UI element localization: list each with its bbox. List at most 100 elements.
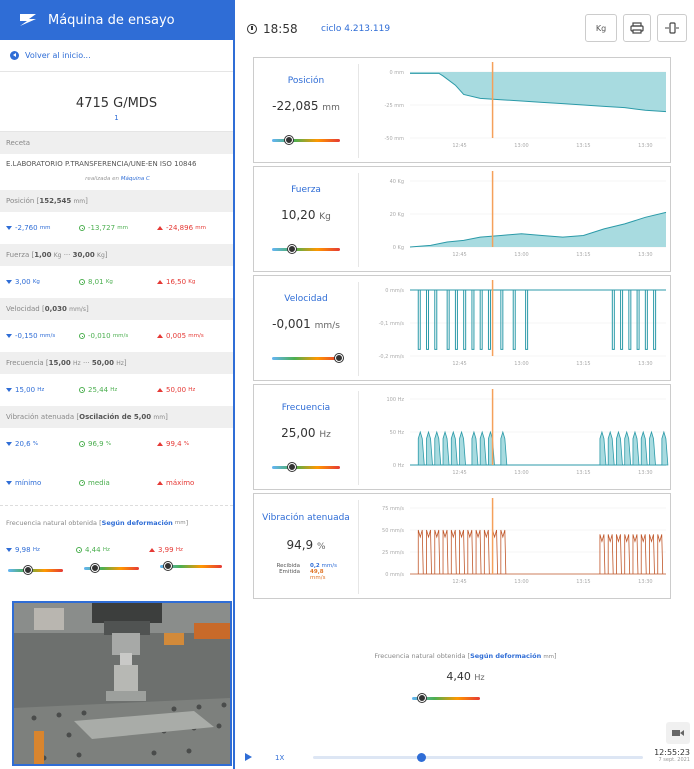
min-icon [6, 280, 12, 284]
stat-mean-unit: Hz [110, 387, 118, 393]
x-tick-label: 13:15 [576, 579, 590, 585]
x-tick-label: 13:00 [514, 579, 528, 585]
series-spike [417, 290, 421, 350]
section-label: Vibración atenuada [6, 413, 75, 421]
mean-icon [79, 279, 85, 285]
y-tick-label: -0,2 mm/s [379, 354, 405, 360]
print-button[interactable] [623, 14, 651, 42]
natural-frequency-header: Frecuencia natural obtenida [Según defor… [0, 506, 233, 540]
card-slider[interactable] [272, 248, 340, 251]
max-icon [157, 442, 163, 446]
card-slider-knob[interactable] [334, 354, 343, 362]
recipe-machine-link[interactable]: Máquina C [121, 176, 150, 182]
series-tooth [607, 430, 615, 466]
bottom-natural-knob[interactable] [418, 694, 426, 702]
stat-max: 16,50 Kg [157, 278, 230, 286]
bottom-natural-value-unit: Hz [474, 673, 485, 682]
natural-frequency-values: 9,98 Hz 4,44 Hz 3,99 Hz [0, 540, 233, 590]
series-tooth [426, 430, 433, 466]
x-tick-label: 12:45 [452, 361, 466, 367]
app: Máquina de ensayo Volver al inicio... 47… [0, 0, 694, 769]
stat-min-value: 3,00 [15, 278, 31, 286]
mean-icon [79, 387, 85, 393]
back-link[interactable]: Volver al inicio... [0, 40, 233, 72]
series-tooth [640, 430, 648, 466]
stat-mean-value: 25,44 [88, 386, 109, 394]
x-tick-label: 12:45 [452, 143, 466, 149]
natural-min: 9,98 Hz [6, 546, 76, 554]
stat-max: -24,896 mm [157, 224, 230, 232]
stat-min-value: 15,00 [15, 386, 36, 394]
series-tooth [442, 430, 450, 466]
bottom-natural-value: 4,40 Hz [237, 670, 694, 683]
card-slider[interactable] [272, 139, 340, 142]
stat-mean: -0,010 mm/s [79, 332, 157, 340]
stat-max-unit: % [183, 441, 190, 447]
x-tick-label: 13:00 [514, 361, 528, 367]
series-spike [454, 290, 458, 350]
series-spike [628, 290, 632, 350]
section-range-value2: 50,00 [91, 359, 115, 367]
timeline-track[interactable] [313, 756, 643, 759]
section-range-close: ] [85, 305, 89, 313]
machine-code: 4715 G/MDS [75, 95, 158, 111]
mean-icon [79, 479, 85, 486]
stat-max: 99,4 % [157, 440, 230, 448]
stat-max-value: -24,896 [166, 224, 194, 232]
natural-max-knob[interactable] [164, 562, 172, 570]
record-button[interactable] [666, 722, 690, 744]
card-divider [358, 391, 359, 485]
machine-camera-image[interactable] [12, 601, 232, 766]
stat-max-value: 99,4 [166, 440, 182, 448]
x-tick-label: 13:15 [576, 470, 590, 476]
card-slider-knob[interactable] [288, 463, 297, 471]
playback-time: 12:55:23 7 sept. 2021 [654, 748, 690, 763]
stat-mean-unit: % [105, 441, 112, 447]
x-tick-label: 13:15 [576, 143, 590, 149]
section-stats: 20,6 % 96,9 % 99,4 % [0, 428, 233, 460]
natural-min-knob[interactable] [24, 566, 32, 574]
y-tick-label: 20 Kg [390, 212, 404, 218]
natural-unit: mm [174, 520, 186, 526]
natural-mean-knob[interactable] [91, 564, 99, 572]
section-range-close: ] [104, 251, 108, 259]
card-slider[interactable] [272, 466, 340, 469]
card-slider-knob[interactable] [285, 136, 293, 144]
series-spike [644, 290, 648, 350]
section-stats: 15,00 Hz 25,44 Hz 50,00 Hz [0, 374, 233, 406]
device-button[interactable] [657, 14, 687, 42]
app-logo-icon [20, 14, 36, 26]
section-label: Velocidad [6, 305, 40, 313]
series-spike [611, 290, 615, 350]
play-icon[interactable] [245, 753, 252, 761]
section-range-unit: mm [153, 413, 166, 421]
metric-card: Posición -22,085 mm 0 mm -25 mm -50 mm 12:4… [253, 57, 671, 163]
playback-date: 7 sept. 2021 [658, 757, 691, 763]
unit-button[interactable]: Kg [585, 14, 617, 42]
back-arrow-icon [10, 51, 19, 60]
section-range-value2: 30,00 [72, 251, 95, 259]
section-label: Frecuencia [6, 359, 44, 367]
stat-min: -2,760 mm [6, 224, 79, 232]
card-divider [358, 500, 359, 594]
series-tooth [624, 534, 631, 575]
series-tooth [479, 430, 487, 466]
card-slider[interactable] [272, 357, 340, 360]
series-tooth [459, 430, 466, 466]
stat-min-unit: % [32, 441, 39, 447]
natural-min-slider[interactable] [8, 569, 63, 572]
timeline-knob[interactable] [417, 753, 427, 762]
metric-card: Fuerza 10,20 Kg 40 Kg 20 Kg 0 Kg 12:45 13:00… [253, 166, 671, 272]
series-tooth [500, 430, 508, 466]
playback-bar: 1X 12:55:23 7 sept. 2021 [237, 746, 694, 769]
legend-max: máximo [157, 479, 194, 487]
card-label: Posición [287, 76, 325, 86]
speed-button[interactable]: 1X [275, 754, 284, 762]
y-tick-label: 100 Hz [386, 397, 404, 403]
series-tooth [640, 534, 647, 575]
device-icon [665, 22, 679, 34]
natural-mean-unit: Hz [102, 547, 110, 553]
card-slider-knob[interactable] [288, 245, 297, 253]
stat-max-value: 16,50 [166, 278, 187, 286]
series-tooth [434, 430, 442, 466]
